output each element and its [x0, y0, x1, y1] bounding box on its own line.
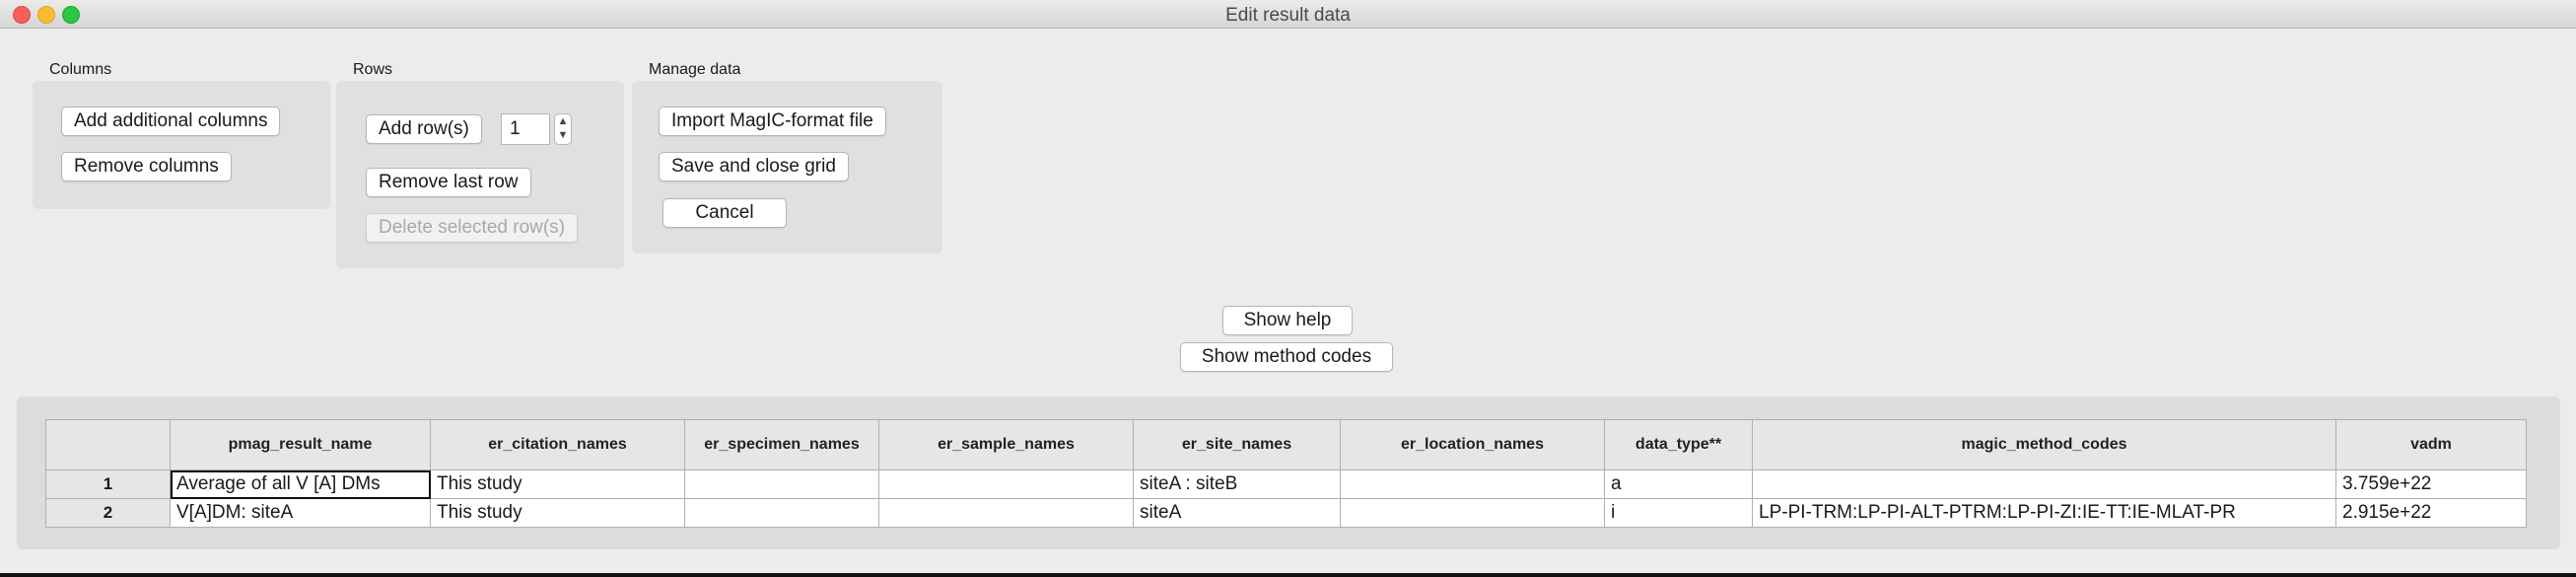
grid-cell[interactable]: [1340, 469, 1605, 499]
result-data-grid: pmag_result_name er_citation_names er_sp…: [45, 419, 2527, 528]
grid-cell[interactable]: [1340, 498, 1605, 528]
row-label[interactable]: 2: [45, 498, 171, 528]
column-header[interactable]: er_site_names: [1133, 419, 1341, 470]
window-title: Edit result data: [1225, 5, 1351, 26]
save-and-close-button[interactable]: Save and close grid: [659, 152, 849, 181]
grid-cell[interactable]: V[A]DM: siteA: [170, 498, 431, 528]
show-method-codes-button[interactable]: Show method codes: [1180, 342, 1393, 372]
corner-cell[interactable]: [45, 419, 171, 470]
add-rows-button[interactable]: Add row(s): [366, 114, 482, 144]
title-bar: Edit result data: [0, 0, 2576, 29]
import-magic-file-button[interactable]: Import MagIC-format file: [659, 107, 886, 136]
column-header[interactable]: er_location_names: [1340, 419, 1605, 470]
grid-cell[interactable]: i: [1604, 498, 1753, 528]
grid-cell[interactable]: siteA: [1133, 498, 1341, 528]
grid-cell[interactable]: Average of all V [A] DMs: [170, 469, 431, 499]
remove-last-row-button[interactable]: Remove last row: [366, 168, 531, 197]
add-columns-button[interactable]: Add additional columns: [61, 107, 281, 136]
grid-cell[interactable]: a: [1604, 469, 1753, 499]
remove-columns-button[interactable]: Remove columns: [61, 152, 232, 181]
show-help-button[interactable]: Show help: [1222, 306, 1353, 335]
grid-cell[interactable]: siteA : siteB: [1133, 469, 1341, 499]
chevron-up-icon: ▲: [557, 115, 569, 127]
grid-cell[interactable]: [878, 498, 1134, 528]
column-header[interactable]: er_sample_names: [878, 419, 1134, 470]
columns-panel: [33, 81, 330, 209]
table-row: 1 Average of all V [A] DMs This study si…: [45, 469, 2527, 499]
grid-cell[interactable]: LP-PI-TRM:LP-PI-ALT-PTRM:LP-PI-ZI:IE-TT:…: [1752, 498, 2336, 528]
grid-cell[interactable]: [684, 498, 879, 528]
grid-cell[interactable]: [878, 469, 1134, 499]
column-header[interactable]: er_citation_names: [430, 419, 685, 470]
manage-data-group-label: Manage data: [649, 61, 741, 78]
grid-cell[interactable]: This study: [430, 498, 685, 528]
window-bottom-edge: [0, 573, 2576, 577]
row-label[interactable]: 1: [45, 469, 171, 499]
grid-header-row: pmag_result_name er_citation_names er_sp…: [45, 419, 2527, 470]
grid-cell[interactable]: This study: [430, 469, 685, 499]
grid-cell[interactable]: 2.915e+22: [2335, 498, 2527, 528]
delete-selected-rows-button[interactable]: Delete selected row(s): [366, 213, 579, 243]
rows-group-label: Rows: [353, 61, 393, 78]
row-count-input[interactable]: 1: [501, 113, 550, 145]
grid-cell[interactable]: 3.759e+22: [2335, 469, 2527, 499]
column-header[interactable]: data_type**: [1604, 419, 1753, 470]
table-row: 2 V[A]DM: siteA This study siteA i LP-PI…: [45, 498, 2527, 528]
columns-group-label: Columns: [49, 61, 112, 78]
grid-cell[interactable]: [1752, 469, 2336, 499]
column-header[interactable]: vadm: [2335, 419, 2527, 470]
chevron-down-icon: ▼: [557, 129, 569, 141]
grid-cell[interactable]: [684, 469, 879, 499]
cancel-button[interactable]: Cancel: [662, 198, 787, 228]
column-header[interactable]: pmag_result_name: [170, 419, 431, 470]
row-count-stepper[interactable]: ▲ ▼: [554, 113, 572, 145]
column-header[interactable]: magic_method_codes: [1752, 419, 2336, 470]
column-header[interactable]: er_specimen_names: [684, 419, 879, 470]
